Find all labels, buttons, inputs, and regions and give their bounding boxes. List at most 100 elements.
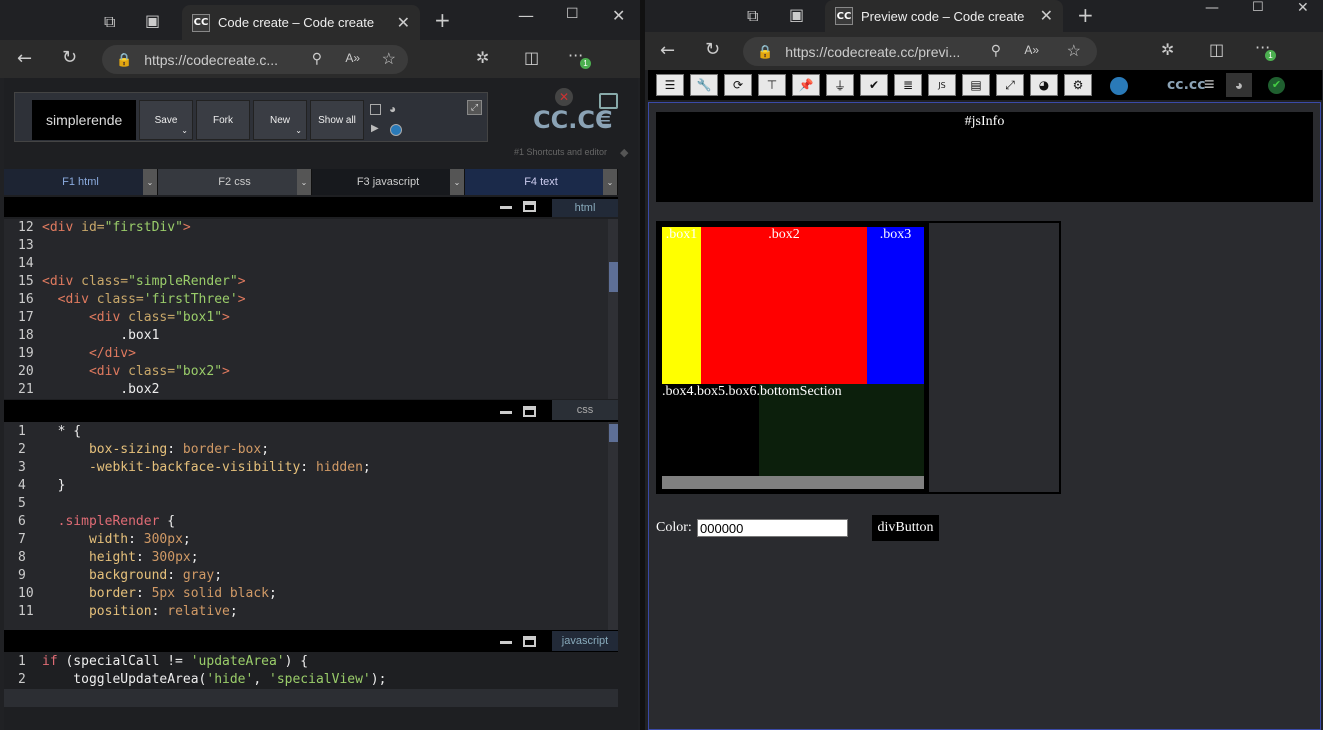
new-tab-icon[interactable]: +	[434, 8, 451, 32]
theme-palette-icon[interactable]: ◕	[1226, 73, 1252, 97]
list-icon[interactable]: ☰	[656, 74, 684, 96]
maximize-pane-icon[interactable]	[523, 406, 536, 417]
back-icon[interactable]: ←	[17, 48, 32, 69]
tab-actions-icon[interactable]: ▣	[789, 5, 804, 24]
palette-icon[interactable]: ◕	[389, 102, 396, 116]
minimize-pane-icon[interactable]	[500, 641, 512, 644]
maximize-pane-icon[interactable]	[523, 201, 536, 212]
tab-css[interactable]: F2 css ⌄	[158, 169, 312, 195]
tab-javascript[interactable]: F3 javascript ⌄	[312, 169, 465, 195]
box2: .box2	[701, 227, 867, 384]
right-active-tab[interactable]: CC Preview code – Code create ✕	[825, 0, 1063, 32]
code-token: position	[88, 604, 152, 619]
code-token: "simpleRender"	[128, 274, 238, 289]
html-scrollbar-thumb[interactable]	[609, 262, 618, 292]
pin-icon[interactable]: 📌	[792, 74, 820, 96]
color-input[interactable]	[697, 519, 848, 537]
minimize-pane-icon[interactable]	[500, 411, 512, 414]
split-screen-icon[interactable]: ◫	[524, 48, 539, 67]
fork-button[interactable]: Fork	[196, 100, 250, 140]
menu-icon[interactable]: ≡	[1204, 74, 1215, 95]
css-scrollbar-thumb[interactable]	[609, 424, 618, 442]
close-tab-icon[interactable]: ✕	[397, 13, 410, 33]
div-button[interactable]: divButton	[872, 515, 939, 541]
line-number: 1	[18, 654, 26, 669]
project-name-input[interactable]: simplerende	[32, 100, 136, 140]
extensions-icon[interactable]: ✲	[1161, 40, 1174, 59]
chevron-down-icon[interactable]: ⌄	[143, 169, 157, 195]
left-url-field[interactable]: 🔒 https://codecreate.c... ⚲ A» ☆	[102, 45, 408, 74]
back-icon[interactable]: ←	[660, 40, 675, 61]
minimize-pane-icon[interactable]	[500, 206, 512, 209]
editor-tabs: F1 html ⌄ F2 css ⌄ F3 javascript ⌄ F4 text ⌄	[4, 169, 618, 195]
maximize-pane-icon[interactable]	[523, 636, 536, 647]
gear-icon[interactable]: ⚙	[1064, 74, 1092, 96]
code-token: box-sizing	[88, 442, 168, 457]
minimize-icon[interactable]: —	[1205, 0, 1219, 16]
extensions-icon[interactable]: ✲	[476, 48, 489, 67]
code-token: >	[222, 310, 230, 325]
maximize-icon[interactable]: ☐	[1252, 0, 1264, 15]
tree-icon[interactable]: ⊤	[758, 74, 786, 96]
zoom-icon[interactable]: ⚲	[991, 42, 1001, 59]
close-tab-icon[interactable]: ✕	[1040, 6, 1053, 26]
close-window-icon[interactable]: ✕	[612, 6, 625, 25]
fullscreen-icon[interactable]: ⤢	[996, 74, 1024, 96]
tab-actions-icon[interactable]: ▣	[145, 11, 160, 30]
refresh-icon[interactable]: ↻	[705, 39, 720, 60]
minimize-icon[interactable]: —	[518, 6, 534, 25]
layout-icon[interactable]	[370, 104, 381, 115]
read-aloud-icon[interactable]: A»	[345, 51, 360, 65]
right-url-field[interactable]: 🔒 https://codecreate.cc/previ... ⚲ A» ☆	[743, 37, 1097, 66]
favorite-star-icon[interactable]: ☆	[382, 49, 396, 69]
chevron-down-icon[interactable]: ⌄	[450, 169, 464, 195]
menu-icon[interactable]: ≡	[598, 110, 611, 132]
line-number: 8	[18, 550, 26, 565]
read-aloud-icon[interactable]: A»	[1024, 43, 1039, 57]
js-pane-label: javascript	[552, 631, 618, 651]
new-button[interactable]: New ⌄	[253, 100, 307, 140]
plug-icon[interactable]: ⏚	[826, 74, 854, 96]
new-tab-icon[interactable]: +	[1077, 3, 1094, 27]
refresh-preview-icon[interactable]: ⟳	[724, 74, 752, 96]
palette-icon[interactable]: ◕	[1030, 74, 1058, 96]
show-all-button[interactable]: Show all	[310, 100, 364, 140]
left-active-tab[interactable]: CC Code create – Code create ✕	[182, 5, 420, 40]
color-dot-icon[interactable]	[1110, 77, 1128, 95]
close-window-icon[interactable]: ✕	[1297, 0, 1309, 16]
css-code-editor[interactable]: 1 * {2 box-sizing: border-box; 3 -webkit-…	[4, 422, 608, 630]
save-button[interactable]: Save ⌄	[139, 100, 193, 140]
check-list-icon[interactable]: ✔	[860, 74, 888, 96]
line-number: 16	[18, 292, 34, 307]
check-circle-icon[interactable]: ✔	[1268, 77, 1285, 94]
css-scrollbar[interactable]	[608, 422, 618, 630]
workspaces-icon[interactable]: ⧉	[747, 6, 758, 26]
code-token: <div	[42, 274, 82, 289]
numbered-list-icon[interactable]: ≣	[894, 74, 922, 96]
split-screen-icon[interactable]: ◫	[1209, 40, 1224, 59]
color-dot-icon[interactable]	[390, 124, 402, 136]
code-token: height	[88, 550, 136, 565]
expand-icon[interactable]: ⤢	[467, 100, 482, 115]
chevron-down-icon[interactable]: ⌄	[603, 169, 617, 195]
note-icon[interactable]: ▤	[962, 74, 990, 96]
tab-html[interactable]: F1 html ⌄	[4, 169, 158, 195]
favorite-star-icon[interactable]: ☆	[1067, 41, 1081, 61]
html-scrollbar[interactable]	[608, 219, 618, 399]
workspaces-icon[interactable]: ⧉	[104, 12, 115, 32]
code-token: ) {	[284, 654, 309, 669]
refresh-icon[interactable]: ↻	[62, 47, 77, 68]
chevron-down-icon[interactable]: ⌄	[297, 169, 311, 195]
line-number: 17	[18, 310, 34, 325]
html-code-editor[interactable]: 12 <div id="firstDiv"> 13 14 15 <div class="s…	[4, 219, 608, 399]
run-icon[interactable]: ▶	[371, 123, 379, 134]
zoom-icon[interactable]: ⚲	[312, 50, 322, 67]
js-file-icon[interactable]: JS	[928, 74, 956, 96]
tab-text[interactable]: F4 text ⌄	[465, 169, 618, 195]
wrench-icon[interactable]: 🔧	[690, 74, 718, 96]
left-tab-title: Code create – Code create	[218, 15, 375, 30]
maximize-icon[interactable]: ☐	[566, 6, 579, 22]
close-editor-icon[interactable]: ✕	[555, 88, 573, 106]
